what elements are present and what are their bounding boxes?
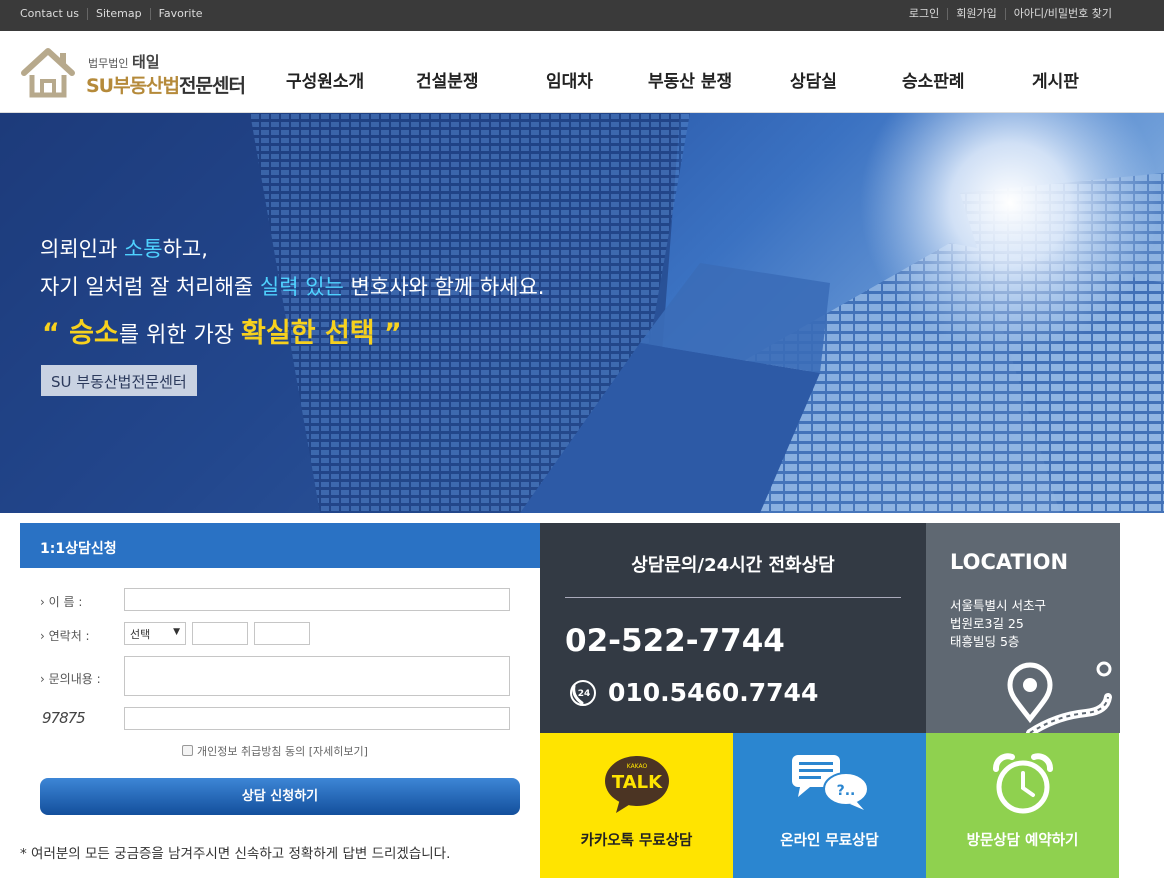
map-pin-icon [1007,661,1112,733]
phone-number-mobile[interactable]: 010.5460.7744 [608,678,818,707]
site-header: 법무법인 태일 SU부동산법전문센터 구성원소개 건설분쟁 임대차 부동산 분쟁… [0,31,1164,113]
hero-slogan: “ 승소를 위한 가장 확실한 선택 ” [42,318,402,349]
top-links-left: Contact us Sitemap Favorite [20,8,211,20]
hero-line-1: 의뢰인과 소통하고, [40,237,208,261]
kakao-talk-icon: KAKAO TALK [604,756,669,813]
name-label: › 이 름 : [40,595,83,609]
phone-number-main[interactable]: 02-522-7744 [565,623,785,659]
visit-reservation-tile[interactable]: 방문상담 예약하기 [926,733,1119,878]
hero-banner: 의뢰인과 소통하고, 자기 일처럼 잘 처리해줄 실력 있는 변호사와 함께 하… [0,113,1164,513]
chat-bubbles-icon: ?.. [791,755,869,810]
phone-title: 상담문의/24시간 전화상담 [631,555,835,576]
nav-real-estate-dispute[interactable]: 부동산 분쟁 [648,67,732,92]
form-title: 1:1상담신청 [20,523,540,568]
dropdown-arrow-icon: ▼ [173,627,180,637]
top-links-right: 로그인 회원가입 아아디/비밀번호 찾기 [909,8,1120,20]
consult-form: 1:1상담신청 › 이 름 : › 연락처 : 선택 ▼ › 문의내용 : 978… [20,523,540,878]
captcha-image: 97875 [42,709,86,727]
favorite-link[interactable]: Favorite [149,8,211,20]
inquiry-label: › 문의내용 : [40,672,101,686]
location-title: LOCATION [950,550,1069,574]
house-logo-icon [21,48,75,98]
address-line-1: 서울특별시 서초구 [950,598,1046,613]
online-consult-tile[interactable]: ?.. 온라인 무료상담 [733,733,926,878]
alarm-clock-icon [992,753,1053,814]
svg-text:TALK: TALK [611,772,662,793]
inquiry-textarea[interactable] [124,656,510,696]
hero-line-2: 자기 일처럼 잘 처리해줄 실력 있는 변호사와 함께 하세요. [40,275,545,299]
svg-text:KAKAO: KAKAO [626,763,647,770]
phone-middle-input[interactable] [192,622,248,645]
login-link[interactable]: 로그인 [909,8,947,20]
address-line-2: 법원로3길 25 [950,616,1024,631]
privacy-detail-link[interactable]: [자세히보기] [309,745,368,758]
nav-construction-dispute[interactable]: 건설분쟁 [416,67,479,92]
phone-panel: 상담문의/24시간 전화상담 02-522-7744 24 010.5460.7… [540,523,926,733]
submit-button[interactable]: 상담 신청하기 [40,778,520,815]
nav-board[interactable]: 게시판 [1032,67,1079,92]
location-panel[interactable]: LOCATION 서울특별시 서초구 법원로3길 25 태흥빌딩 5층 [926,523,1120,733]
signup-link[interactable]: 회원가입 [947,8,1004,20]
nav-consultation[interactable]: 상담실 [790,67,837,92]
site-logo[interactable]: 법무법인 태일 SU부동산법전문센터 [20,43,260,101]
logo-subtitle: 법무법인 태일 [88,53,160,71]
hero-badge: SU 부동산법전문센터 [41,365,197,396]
privacy-checkbox[interactable] [182,745,193,756]
find-account-link[interactable]: 아아디/비밀번호 찾기 [1004,8,1120,20]
name-input[interactable] [124,588,510,611]
captcha-input[interactable] [124,707,510,730]
contact-us-link[interactable]: Contact us [20,8,87,20]
nav-lease[interactable]: 임대차 [546,67,593,92]
visit-reservation-tile-label: 방문상담 예약하기 [966,833,1079,849]
contact-label: › 연락처 : [40,629,90,643]
svg-text:24: 24 [578,689,591,699]
logo-title: SU부동산법전문센터 [86,75,246,97]
sitemap-link[interactable]: Sitemap [87,8,150,20]
phone-24-icon: 24 [570,680,596,706]
phone-last-input[interactable] [254,622,310,645]
address-line-3: 태흥빌딩 5층 [950,634,1020,649]
phone-prefix-select[interactable]: 선택 ▼ [124,622,186,645]
nav-cases[interactable]: 승소판례 [902,67,965,92]
kakao-tile[interactable]: KAKAO TALK 카카오톡 무료상담 [540,733,733,878]
svg-text:?..: ?.. [836,783,855,799]
form-note: * 여러분의 모든 궁금증을 남겨주시면 신속하고 정확하게 답변 드리겠습니다… [20,846,451,862]
nav-members[interactable]: 구성원소개 [286,67,364,92]
divider [565,597,901,598]
privacy-agree: 개인정보 취급방침 동의 [자세히보기] [182,743,368,759]
kakao-tile-label: 카카오톡 무료상담 [580,833,693,849]
top-bar: Contact us Sitemap Favorite 로그인 회원가입 아아디… [0,0,1164,31]
online-consult-tile-label: 온라인 무료상담 [780,833,879,849]
